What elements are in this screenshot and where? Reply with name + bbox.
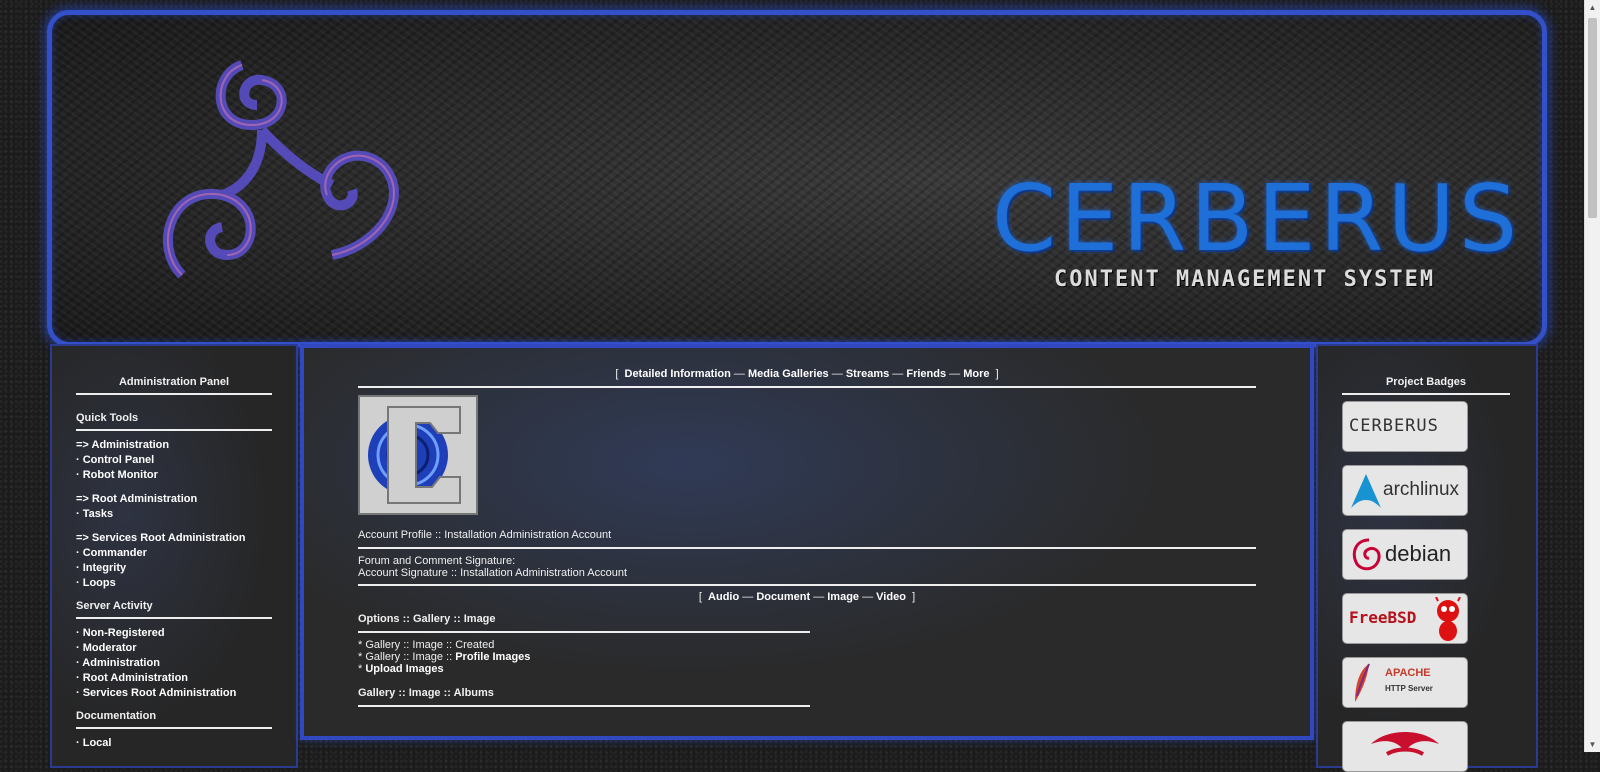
badge-archlinux[interactable]: archlinux (1342, 465, 1468, 516)
sidebar-link-integrity[interactable]: · Integrity (76, 561, 272, 576)
option-created: * Gallery :: Image :: Created (358, 639, 495, 651)
sidebar-link-services-root-administration[interactable]: => Services Root Administration (76, 531, 272, 546)
server-activity-heading: Server Activity (76, 600, 272, 619)
banner-subtitle: CONTENT MANAGEMENT SYSTEM (1054, 267, 1436, 292)
apache-feather-icon (1355, 663, 1370, 702)
sidebar-link-non-registered[interactable]: · Non-Registered (76, 626, 272, 641)
badge-cerberus[interactable]: CERBERUS (1342, 401, 1468, 452)
albums-title: Gallery :: Image :: Albums (358, 687, 494, 699)
sidebar-link-commander[interactable]: · Commander (76, 546, 272, 561)
nav-separator: — (813, 591, 825, 603)
sidebar-link-loops[interactable]: · Loops (76, 576, 272, 591)
upload-images-link[interactable]: Upload Images (365, 663, 443, 675)
badge-http-server-text: HTTP Server (1385, 684, 1433, 693)
beastie-icon (1435, 597, 1461, 641)
c-logo-icon (360, 397, 476, 513)
scroll-down-arrow-icon[interactable]: ▼ (1585, 737, 1600, 752)
nav-bracket-open: [ (698, 591, 702, 603)
sidebar-link-control-panel[interactable]: · Control Panel (76, 453, 272, 468)
media-nav-document[interactable]: Document (756, 591, 810, 603)
nav-streams[interactable]: Streams (846, 368, 889, 380)
main-content: [ Detailed Information — Media Galleries… (300, 344, 1314, 740)
sidebar-link-root-administration[interactable]: => Root Administration (76, 492, 272, 507)
badge-cerberus-text: CERBERUS (1349, 416, 1439, 436)
profile-nav: [ Detailed Information — Media Galleries… (358, 368, 1256, 388)
media-nav-image[interactable]: Image (827, 591, 859, 603)
media-nav: [ Audio — Document — Image — Video ] (358, 591, 1256, 603)
account-profile-line: Account Profile :: Installation Administ… (358, 529, 612, 541)
badge-apache[interactable]: APACHE HTTP Server (1342, 657, 1468, 708)
badge-archlinux-text: archlinux (1383, 479, 1460, 500)
nav-separator: — (742, 591, 754, 603)
sidebar-link-moderator[interactable]: · Moderator (76, 641, 272, 656)
sidebar-link-robot-monitor[interactable]: · Robot Monitor (76, 468, 272, 483)
sidebar-link-administration[interactable]: => Administration (76, 438, 272, 453)
administration-panel-title: Administration Panel (76, 376, 272, 395)
sidebar-link-activity-root-administration[interactable]: · Root Administration (76, 671, 272, 686)
badge-apache-text: APACHE (1385, 667, 1431, 679)
badge-debian-text: debian (1385, 541, 1452, 566)
nav-detailed-information[interactable]: Detailed Information (625, 368, 731, 380)
badge-freebsd[interactable]: FreeBSD (1342, 593, 1468, 644)
nav-separator: — (949, 368, 961, 380)
debian-swirl-icon (1352, 538, 1381, 571)
options-title: Options :: Gallery :: Image (358, 613, 496, 625)
nav-separator: — (831, 368, 843, 380)
divider (358, 705, 810, 707)
triskelion-logo-icon (162, 60, 399, 279)
documentation-heading: Documentation (76, 710, 272, 729)
option-prefix: * Gallery :: Image :: (358, 651, 456, 663)
divider (358, 547, 1256, 549)
signature-label: Forum and Comment Signature: (358, 555, 516, 567)
left-sidebar: Administration Panel Quick Tools => Admi… (50, 344, 298, 768)
sidebar-link-tasks[interactable]: · Tasks (76, 507, 272, 522)
divider (358, 631, 810, 633)
badge-dragonfly[interactable] (1342, 721, 1468, 772)
scroll-up-arrow-icon[interactable]: ▲ (1585, 0, 1600, 15)
media-nav-audio[interactable]: Audio (708, 591, 739, 603)
profile-avatar[interactable] (358, 395, 478, 515)
nav-separator: — (892, 368, 904, 380)
media-nav-video[interactable]: Video (876, 591, 906, 603)
badge-debian[interactable]: debian (1342, 529, 1468, 580)
profile-images-link[interactable]: Profile Images (455, 651, 530, 663)
badge-freebsd-text: FreeBSD (1349, 608, 1417, 627)
sidebar-link-activity-services-root-administration[interactable]: · Services Root Administration (76, 686, 272, 701)
nav-separator: — (733, 368, 745, 380)
project-badges-title: Project Badges (1342, 376, 1510, 395)
banner-title: CERBERUS (992, 165, 1522, 272)
sidebar-link-activity-administration[interactable]: · Administration (76, 656, 272, 671)
red-creature-logo-icon (1371, 732, 1439, 756)
page-scrollbar[interactable]: ▲ ▼ (1584, 0, 1600, 752)
scrollbar-thumb[interactable] (1588, 18, 1597, 218)
divider (358, 584, 1256, 586)
quick-tools-heading: Quick Tools (76, 412, 272, 431)
signature-text: Account Signature :: Installation Admini… (358, 567, 628, 579)
nav-separator: — (862, 591, 874, 603)
arch-logo-icon (1351, 474, 1381, 508)
sidebar-link-local[interactable]: · Local (76, 736, 272, 751)
nav-media-galleries[interactable]: Media Galleries (748, 368, 829, 380)
nav-bracket-close: ] (995, 368, 999, 380)
site-banner: CERBERUS CONTENT MANAGEMENT SYSTEM (47, 10, 1547, 347)
nav-bracket-close: ] (912, 591, 916, 603)
nav-more[interactable]: More (963, 368, 989, 380)
right-sidebar: Project Badges CERBERUS archlinux debian… (1316, 344, 1538, 772)
option-upload-images-row: * Upload Images (358, 663, 1256, 675)
nav-friends[interactable]: Friends (906, 368, 946, 380)
option-profile-images-row: * Gallery :: Image :: Profile Images (358, 651, 1256, 663)
nav-bracket-open: [ (615, 368, 619, 380)
